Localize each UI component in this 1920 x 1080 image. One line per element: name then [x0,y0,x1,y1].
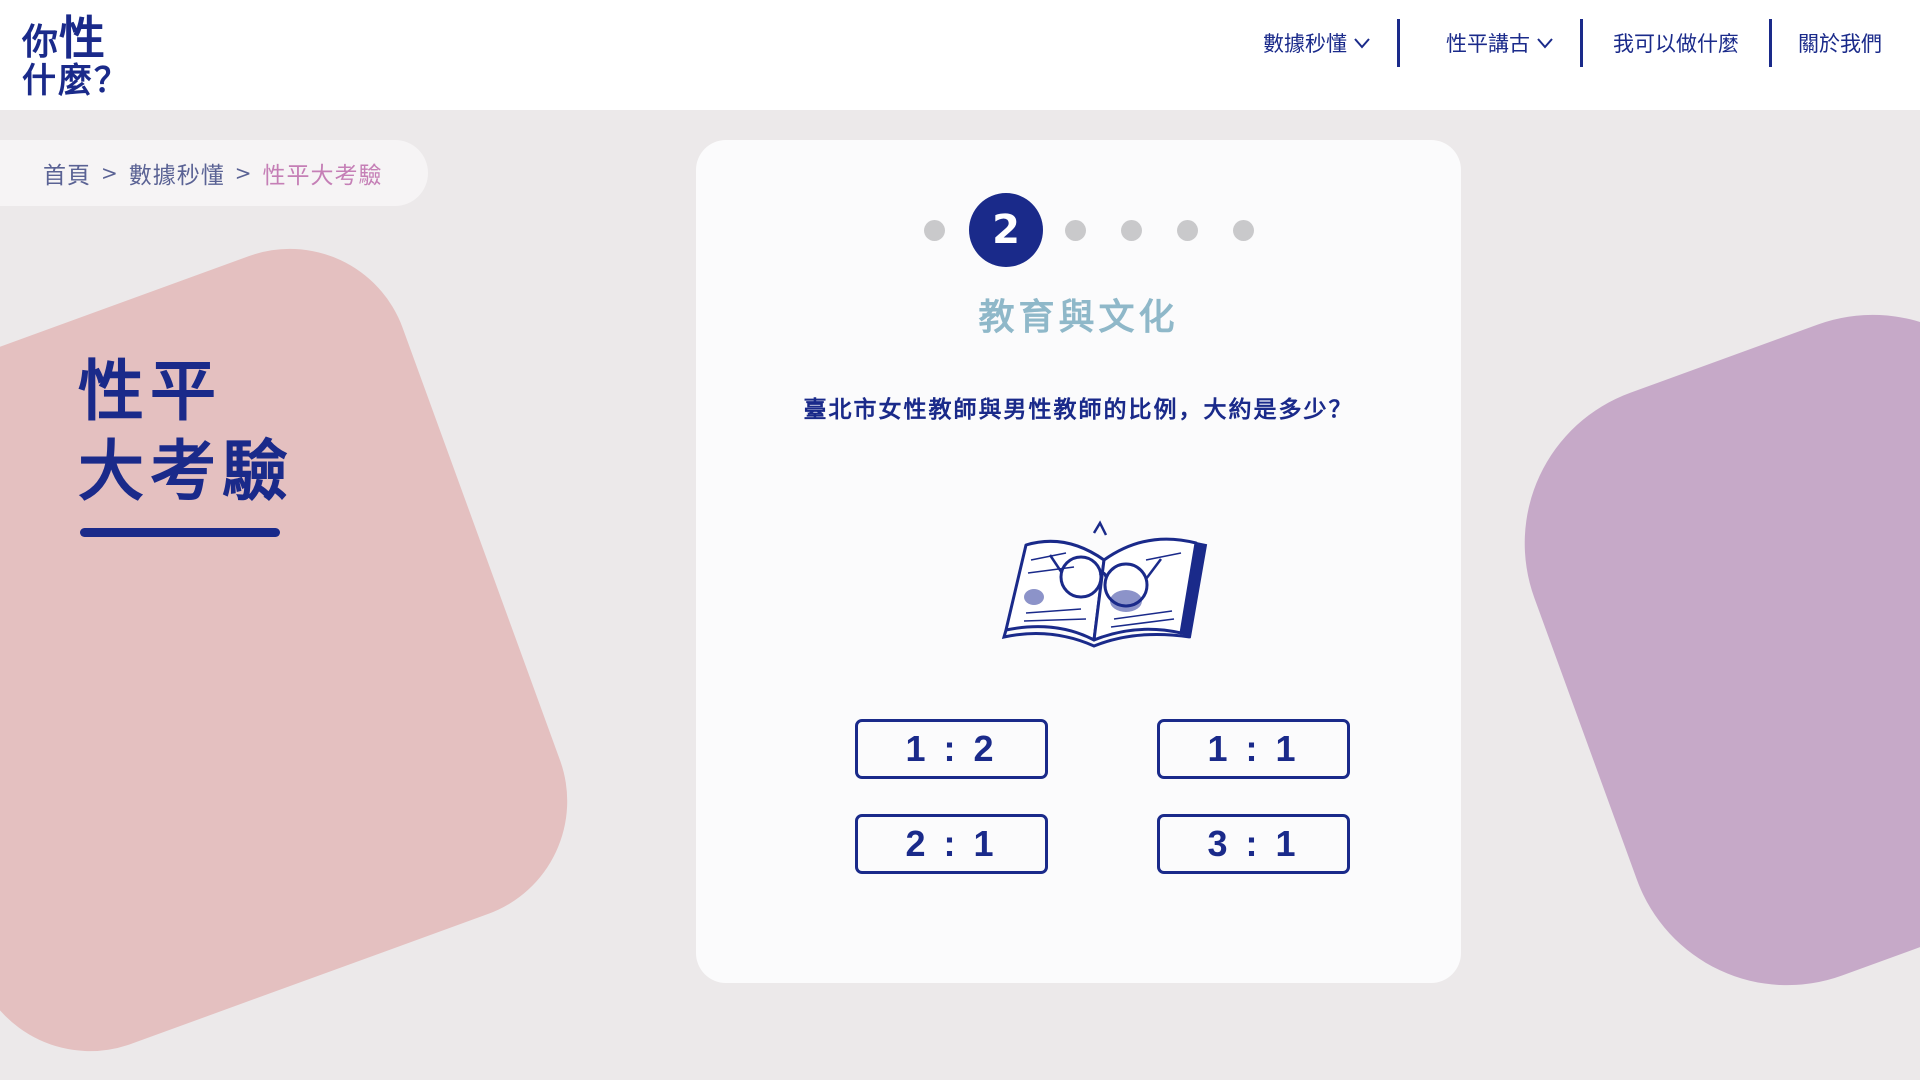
logo-text-small: 你 [22,22,60,63]
quiz-question: 臺北市女性教師與男性教師的比例，大約是多少？ [803,397,1354,423]
breadcrumb-home[interactable]: 首頁 [43,156,91,190]
breadcrumb-separator: > [234,161,253,185]
nav-item-history[interactable]: 性平講古 [1400,18,1580,68]
open-book-with-glasses-icon [1001,520,1208,648]
decorative-blob-left [0,215,602,1080]
page-title-line-2: 大考驗 [78,433,294,510]
current-step-badge: 2 [969,193,1043,267]
nav-item-label: 我可以做什麼 [1613,32,1739,56]
decorative-blob-right [1479,269,1920,1031]
chevron-down-icon [1537,38,1553,49]
site-logo[interactable]: 你性 什麼？ [22,14,130,100]
answer-option-4[interactable]: 3 : 1 [1157,814,1350,874]
page: 你性 什麼？ 數據秒懂 性平講古 我可以做什麼 關於我們 首頁 > 數據秒懂 >… [0,0,1920,1080]
quiz-category: 教育與文化 [978,297,1179,338]
page-title: 性平 大考驗 [78,352,294,512]
step-dot [924,220,945,241]
breadcrumb-section[interactable]: 數據秒懂 [129,156,225,190]
breadcrumb-separator: > [101,161,119,185]
logo-line-2: 什麼？ [22,61,130,102]
nav-item-label: 數據秒懂 [1263,32,1347,56]
answer-option-3[interactable]: 2 : 1 [855,814,1048,874]
nav-item-label: 關於我們 [1798,32,1882,56]
title-underline [80,528,280,537]
step-dot [1121,220,1142,241]
quiz-card: 2 教育與文化 臺北市女性教師與男性教師的比例，大約是多少？ 1: 2 1:… [696,140,1461,983]
breadcrumb: 首頁 > 數據秒懂 > 性平大考驗 [0,140,428,206]
quiz-step-indicator: 2 [696,192,1461,268]
page-title-line-1: 性平 [78,353,222,430]
chevron-down-icon [1354,38,1370,49]
nav-item-label: 性平講古 [1446,32,1530,56]
site-header: 你性 什麼？ 數據秒懂 性平講古 我可以做什麼 關於我們 [0,0,1920,110]
breadcrumb-current: 性平大考驗 [262,163,383,189]
answer-option-1[interactable]: 1 : 2 [855,719,1048,779]
nav-item-about[interactable]: 關於我們 [1772,18,1882,68]
main-nav: 數據秒懂 性平講古 我可以做什麼 關於我們 [1237,18,1882,68]
answer-option-2[interactable]: 1 : 1 [1157,719,1350,779]
step-dot [1177,220,1198,241]
logo-text-big: 性 [59,11,107,65]
step-dot [1233,220,1254,241]
step-dot [1065,220,1086,241]
nav-item-data[interactable]: 數據秒懂 [1237,18,1397,68]
nav-item-what-can-i-do[interactable]: 我可以做什麼 [1583,18,1769,68]
logo-line-1: 你性 [22,14,130,62]
